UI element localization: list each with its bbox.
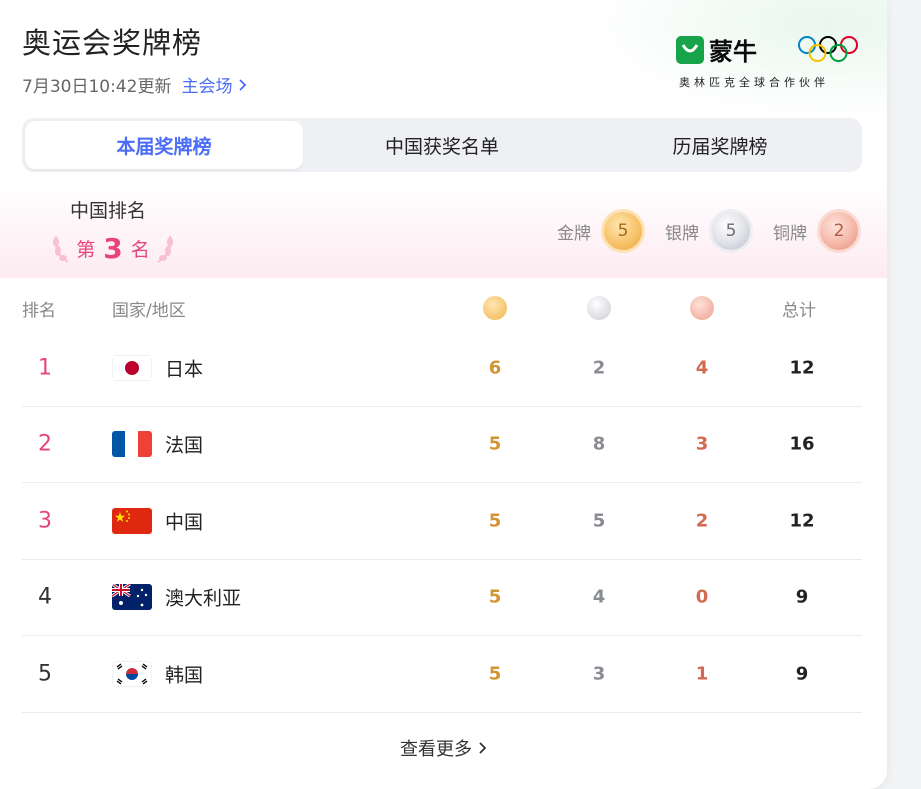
row-country: 法国	[165, 434, 204, 457]
chevron-right-icon	[479, 742, 487, 754]
silver-medal-icon: 5	[709, 209, 753, 253]
chevron-right-icon	[239, 78, 247, 91]
table-header: 排名 国家/地区 总计	[22, 286, 862, 330]
row-rank: 1	[38, 355, 52, 381]
row-country: 澳大利亚	[165, 587, 242, 610]
update-time: 7月30日10:42更新	[22, 77, 172, 97]
row-total: 16	[789, 433, 815, 455]
row-rank: 3	[38, 508, 52, 534]
table-row[interactable]: 2 法国 5 8 3 16	[22, 407, 862, 483]
mengniu-logo-icon	[676, 35, 704, 64]
update-info: 7月30日10:42更新 主会场	[22, 72, 247, 97]
row-rank: 4	[38, 584, 52, 610]
medal-table-body: 1 日本 6 2 4 12 2 法国 5 8 3 16 3 中国 5 5 2 1…	[22, 330, 862, 713]
table-row[interactable]: 5 韩国 5 3 1 9	[22, 636, 862, 713]
gold-label: 金牌	[557, 223, 591, 244]
china-rank-label: 中国排名	[70, 200, 147, 222]
laurel-right-icon	[157, 235, 173, 263]
sponsor-brand: 蒙牛	[675, 32, 757, 67]
china-medal-summary: 金牌 5 银牌 5 铜牌 2	[547, 209, 861, 253]
venue-link-label: 主会场	[181, 77, 233, 97]
row-total: 12	[789, 357, 815, 379]
row-silver: 8	[592, 433, 606, 455]
china-rank-place: 第 3 名	[50, 228, 176, 268]
tab-china-winners[interactable]: 中国获奖名单	[303, 121, 581, 169]
bronze-medal-icon: 2	[817, 209, 861, 253]
table-row[interactable]: 3 中国 5 5 2 12	[22, 483, 862, 560]
row-bronze: 2	[695, 510, 709, 532]
china-rank-banner: 中国排名 第 3 名 金牌 5 银牌 5 铜牌 2	[0, 182, 887, 278]
medal-table-card: 奥运会奖牌榜 7月30日10:42更新 主会场 蒙牛 奥林匹克全球合作伙伴 本届…	[0, 0, 887, 789]
france-flag-icon	[112, 431, 152, 458]
row-silver: 3	[592, 663, 606, 685]
page-title: 奥运会奖牌榜	[22, 26, 203, 60]
gold-medal-icon: 5	[601, 209, 645, 253]
gold-medal-icon	[483, 296, 507, 320]
row-country: 日本	[165, 358, 204, 381]
venue-link[interactable]: 主会场	[181, 72, 247, 97]
china-flag-icon	[112, 507, 152, 534]
tab-current-medals[interactable]: 本届奖牌榜	[25, 121, 303, 169]
row-gold: 5	[488, 586, 502, 608]
row-total: 12	[789, 510, 815, 532]
table-row[interactable]: 1 日本 6 2 4 12	[22, 330, 862, 407]
row-country: 中国	[165, 511, 204, 534]
row-bronze: 0	[695, 586, 709, 608]
row-total: 9	[795, 663, 809, 685]
row-bronze: 1	[695, 663, 709, 685]
view-more-label: 查看更多	[400, 739, 472, 760]
tab-historical-medals[interactable]: 历届奖牌榜	[581, 121, 859, 169]
header-rank: 排名	[22, 301, 56, 321]
row-silver: 4	[592, 586, 606, 608]
korea-flag-icon	[112, 660, 152, 687]
row-country: 韩国	[165, 664, 204, 687]
row-gold: 5	[488, 433, 502, 455]
australia-flag-icon	[112, 584, 152, 611]
header-country: 国家/地区	[112, 301, 186, 321]
sponsor-partner-text: 奥林匹克全球合作伙伴	[679, 76, 829, 89]
row-bronze: 4	[695, 357, 709, 379]
row-silver: 5	[592, 510, 606, 532]
row-rank: 5	[38, 661, 52, 687]
olympic-rings-icon	[798, 36, 858, 62]
sponsor-brand-text: 蒙牛	[709, 38, 757, 66]
row-silver: 2	[592, 357, 606, 379]
row-gold: 6	[488, 357, 502, 379]
silver-medal-icon	[587, 296, 611, 320]
medal-tabs: 本届奖牌榜 中国获奖名单 历届奖牌榜	[22, 118, 862, 172]
laurel-left-icon	[53, 235, 69, 263]
silver-label: 银牌	[665, 223, 699, 244]
view-more-button[interactable]: 查看更多	[0, 735, 887, 761]
rank-number: 3	[103, 231, 123, 265]
rank-suffix: 名	[130, 238, 150, 261]
japan-flag-icon	[112, 354, 152, 381]
header-total: 总计	[782, 301, 816, 321]
bronze-medal-icon	[690, 296, 714, 320]
row-bronze: 3	[695, 433, 709, 455]
table-row[interactable]: 4 澳大利亚 5 4 0 9	[22, 560, 862, 636]
bronze-label: 铜牌	[773, 223, 807, 244]
row-gold: 5	[488, 663, 502, 685]
row-gold: 5	[488, 510, 502, 532]
sponsor-logo: 蒙牛 奥林匹克全球合作伙伴	[669, 30, 859, 92]
row-rank: 2	[38, 431, 52, 457]
row-total: 9	[795, 586, 809, 608]
rank-prefix: 第	[76, 238, 96, 261]
